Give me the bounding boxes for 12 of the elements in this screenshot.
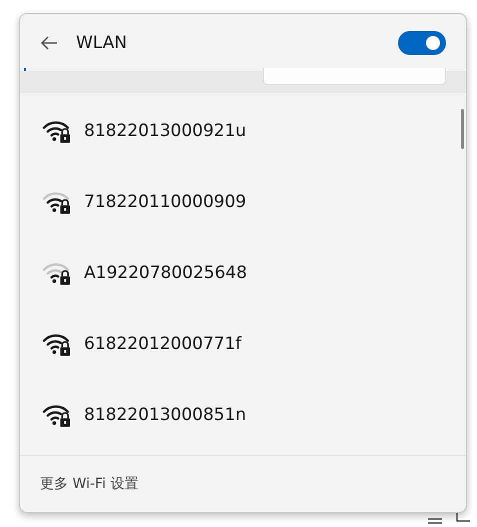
back-arrow-icon[interactable] — [40, 36, 58, 50]
scrollbar-thumb[interactable] — [461, 109, 464, 149]
wifi-toggle[interactable] — [398, 30, 446, 54]
network-name[interactable]: 81822013000851n — [84, 404, 246, 424]
selection-indicator — [24, 68, 26, 71]
panel-title: WLAN — [76, 32, 128, 52]
network-name[interactable]: 718220110000909 — [84, 192, 246, 212]
network-name[interactable]: 81822013000921u — [84, 120, 246, 140]
network-name[interactable]: A19220780025648 — [84, 262, 248, 282]
network-name[interactable]: 61822012000771f — [84, 334, 242, 354]
window-icon[interactable] — [456, 513, 470, 522]
more-wifi-settings-link[interactable]: 更多 Wi-Fi 设置 — [40, 475, 138, 493]
